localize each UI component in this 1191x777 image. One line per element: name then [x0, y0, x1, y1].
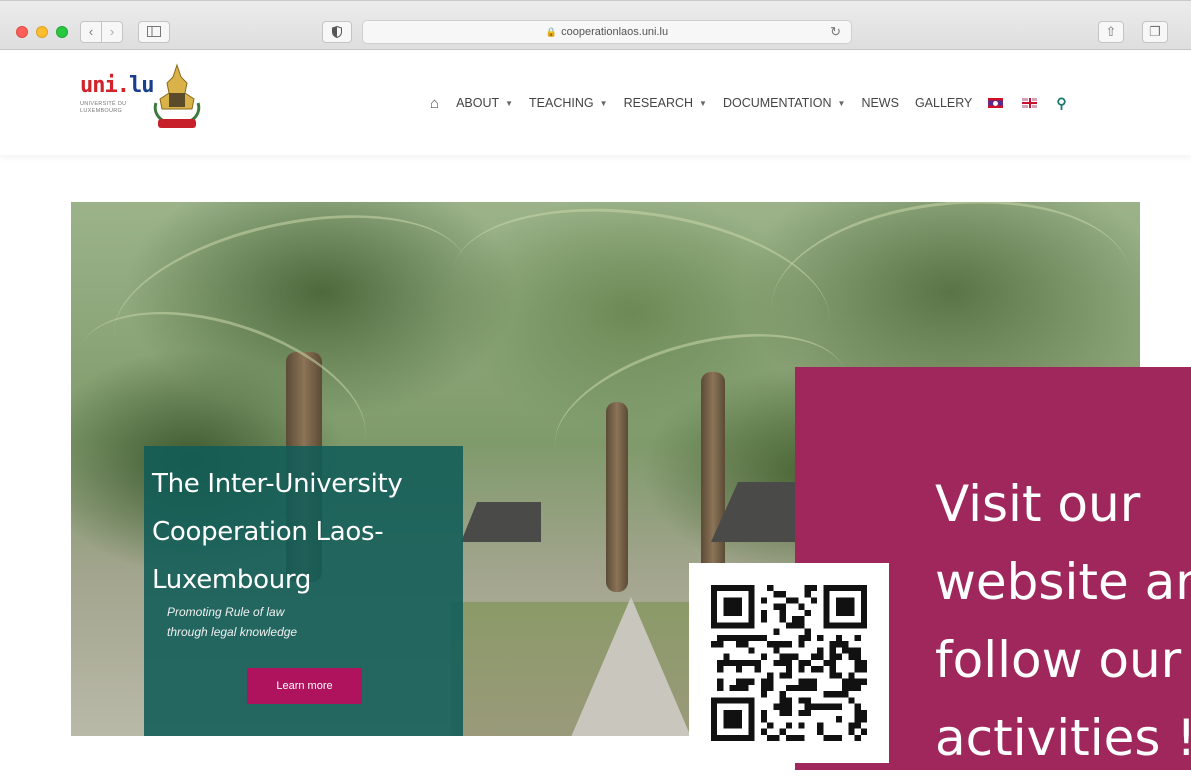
- url-text: cooperationlaos.uni.lu: [561, 26, 669, 38]
- caret-down-icon: ▼: [599, 98, 608, 108]
- caret-down-icon: ▼: [837, 98, 846, 108]
- chevron-right-icon: ›: [109, 24, 115, 39]
- main-navigation: ⌂ ABOUT ▼ TEACHING ▼ RESEARCH ▼ DOCUMENTATI…: [430, 91, 1067, 115]
- hero-subtitle: Promoting Rule of law through legal know…: [167, 602, 427, 642]
- hero-title: The Inter-University Cooperation Laos-Lu…: [152, 469, 403, 595]
- walkway: [571, 597, 691, 736]
- partner-emblem-icon[interactable]: [150, 63, 204, 133]
- poster-text: Visit our website and follow our activit…: [935, 465, 1191, 777]
- nav-label: RESEARCH: [623, 96, 694, 110]
- minimize-window-button[interactable]: [36, 26, 48, 38]
- hero-subtitle-line1: Promoting Rule of law: [167, 605, 285, 619]
- flag-lao-icon[interactable]: [988, 98, 1004, 108]
- privacy-report-button[interactable]: [322, 21, 352, 43]
- nav-item-news[interactable]: NEWS: [861, 96, 899, 110]
- qr-code-icon: [711, 585, 867, 741]
- search-icon[interactable]: ⚲: [1056, 95, 1066, 112]
- nav-label: GALLERY: [914, 96, 973, 110]
- site-header: uni.lu UNIVERSITÉ DU LUXEMBOURG ⌂ ABOUT ▼ …: [0, 51, 1191, 155]
- share-icon: ⇧: [1105, 24, 1117, 39]
- nav-label: NEWS: [861, 96, 899, 110]
- poster-line4: activities !: [935, 709, 1191, 767]
- zoom-window-button[interactable]: [56, 26, 68, 38]
- building-roof: [461, 502, 541, 542]
- nav-label: DOCUMENTATION: [722, 96, 832, 110]
- lock-icon: 🔒: [545, 27, 558, 37]
- tab-overview-button[interactable]: ❐: [1142, 21, 1168, 43]
- address-bar[interactable]: 🔒 cooperationlaos.uni.lu ↻: [362, 20, 852, 44]
- learn-more-button[interactable]: Learn more: [247, 668, 362, 704]
- flag-uk-icon[interactable]: [1022, 98, 1038, 108]
- nav-item-teaching[interactable]: TEACHING ▼: [529, 96, 608, 110]
- poster-line3: follow our: [935, 631, 1182, 689]
- poster-line1: Visit our: [935, 475, 1141, 533]
- share-button[interactable]: ⇧: [1098, 21, 1124, 43]
- forward-button[interactable]: ›: [101, 21, 123, 43]
- chevron-left-icon: ‹: [88, 24, 94, 39]
- logo-sub-line1: UNIVERSITÉ DU: [80, 101, 127, 107]
- home-icon[interactable]: ⌂: [430, 95, 439, 112]
- nav-item-gallery[interactable]: GALLERY: [915, 96, 972, 110]
- caret-down-icon: ▼: [699, 98, 707, 108]
- nav-label: ABOUT: [456, 96, 500, 110]
- nav-item-about[interactable]: ABOUT ▼: [456, 96, 513, 110]
- nav-item-documentation[interactable]: DOCUMENTATION ▼: [723, 96, 845, 110]
- tabs-icon: ❐: [1149, 24, 1161, 39]
- nav-item-research[interactable]: RESEARCH ▼: [624, 96, 707, 110]
- poster-line2: website and: [935, 553, 1191, 611]
- back-button[interactable]: ‹: [80, 21, 102, 43]
- logo-sub-line2: LUXEMBOURG: [80, 108, 123, 114]
- hero-card: The Inter-University Cooperation Laos-Lu…: [144, 446, 463, 736]
- hero-subtitle-line2: through legal knowledge: [167, 625, 298, 639]
- browser-toolbar: ‹ › 🔒 cooperationlaos.uni.lu ↻ ⇧ ❐: [0, 0, 1191, 50]
- page-bottom-strip: [0, 736, 795, 770]
- logo-text-red: uni.: [80, 73, 130, 98]
- university-logo[interactable]: uni.lu UNIVERSITÉ DU LUXEMBOURG: [80, 73, 154, 135]
- nav-label: TEACHING: [529, 96, 594, 110]
- reload-icon[interactable]: ↻: [830, 21, 841, 43]
- qr-code[interactable]: [689, 563, 889, 763]
- sidebar-icon: [147, 26, 161, 37]
- close-window-button[interactable]: [16, 26, 28, 38]
- sidebar-toggle-button[interactable]: [138, 21, 170, 43]
- caret-down-icon: ▼: [505, 98, 514, 108]
- shield-icon: [332, 25, 342, 39]
